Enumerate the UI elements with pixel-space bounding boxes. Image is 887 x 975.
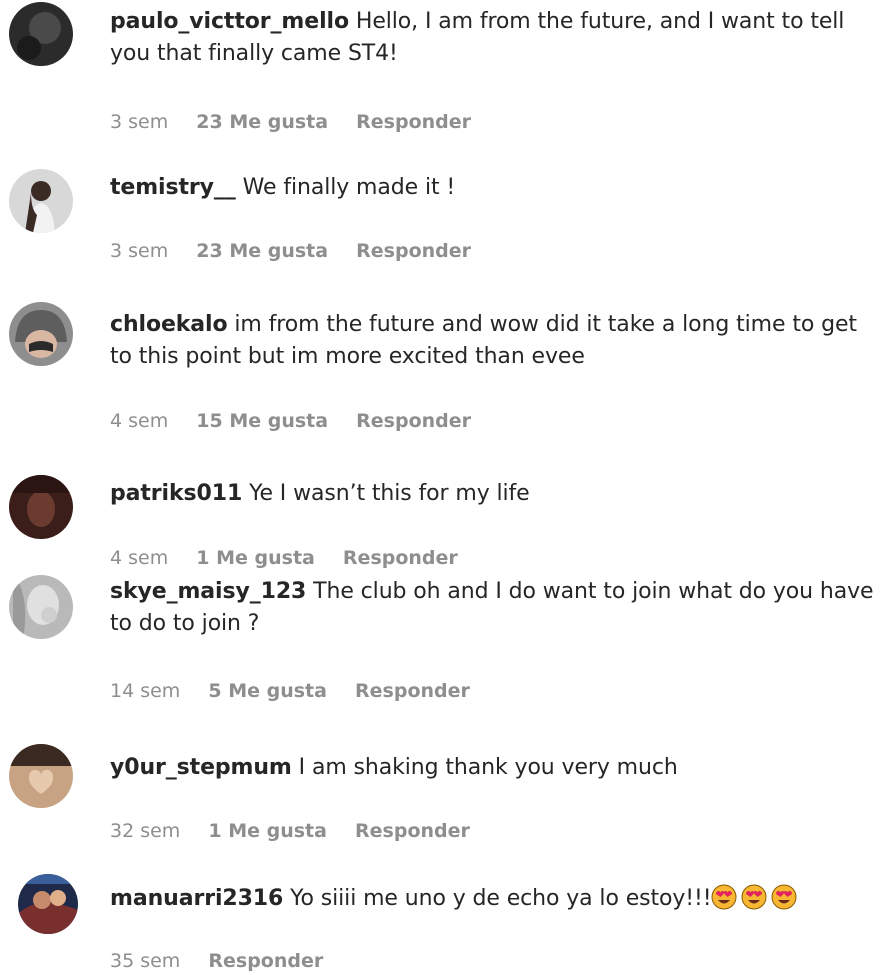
comment-body: We finally made it ! [242, 175, 456, 200]
comment-meta: 32 sem 1 Me gusta Responder [110, 820, 492, 842]
avatar[interactable] [9, 575, 73, 639]
emoji-group [711, 884, 801, 911]
comment-text: chloekalo im from the future and wow did… [110, 309, 880, 373]
comment-time[interactable]: 4 sem [110, 410, 168, 432]
comment-meta: 3 sem 23 Me gusta Responder [110, 111, 493, 133]
comment-text: patriks011 Ye I wasn’t this for my life [110, 478, 880, 510]
comment-time[interactable]: 3 sem [110, 240, 168, 262]
comment-time[interactable]: 4 sem [110, 547, 168, 569]
comment-likes[interactable]: 1 Me gusta [196, 547, 315, 569]
comment-text: paulo_victtor_mello Hello, I am from the… [110, 6, 880, 70]
comment-meta: 35 sem Responder [110, 950, 345, 972]
comment-username[interactable]: temistry__ [110, 175, 236, 200]
comment-likes[interactable]: 23 Me gusta [196, 111, 328, 133]
comment-meta: 3 sem 23 Me gusta Responder [110, 240, 493, 262]
reply-button[interactable]: Responder [343, 547, 458, 569]
heart-eyes-emoji-icon [771, 884, 797, 910]
avatar[interactable] [18, 874, 78, 934]
comment-body: I am shaking thank you very much [298, 755, 678, 780]
heart-eyes-emoji-icon [741, 884, 767, 910]
comment-body: Ye I wasn’t this for my life [249, 481, 530, 506]
comment-username[interactable]: y0ur_stepmum [110, 755, 292, 780]
comment-text: y0ur_stepmum I am shaking thank you very… [110, 752, 880, 784]
comment-meta: 4 sem 15 Me gusta Responder [110, 410, 493, 432]
comment-meta: 14 sem 5 Me gusta Responder [110, 680, 492, 702]
comment-text: manuarri2316 Yo siiii me uno y de echo y… [110, 883, 880, 915]
comment-text: temistry__ We finally made it ! [110, 172, 880, 204]
avatar[interactable] [9, 302, 73, 366]
comment-time[interactable]: 35 sem [110, 950, 180, 972]
avatar[interactable] [9, 2, 73, 66]
comment-time[interactable]: 3 sem [110, 111, 168, 133]
comment-username[interactable]: chloekalo [110, 312, 228, 337]
avatar[interactable] [9, 169, 73, 233]
reply-button[interactable]: Responder [208, 950, 323, 972]
comment-body: Yo siiii me uno y de echo ya lo estoy!!! [290, 886, 712, 911]
reply-button[interactable]: Responder [355, 820, 470, 842]
reply-button[interactable]: Responder [356, 111, 471, 133]
comment-username[interactable]: manuarri2316 [110, 886, 283, 911]
comment-likes[interactable]: 5 Me gusta [208, 680, 327, 702]
comment-likes[interactable]: 15 Me gusta [196, 410, 328, 432]
avatar[interactable] [9, 744, 73, 808]
comment-username[interactable]: skye_maisy_123 [110, 579, 306, 604]
reply-button[interactable]: Responder [355, 680, 470, 702]
reply-button[interactable]: Responder [356, 240, 471, 262]
avatar[interactable] [9, 475, 73, 539]
comment-text: skye_maisy_123 The club oh and I do want… [110, 576, 880, 640]
comment-time[interactable]: 32 sem [110, 820, 180, 842]
heart-eyes-emoji-icon [711, 884, 737, 910]
comment-username[interactable]: paulo_victtor_mello [110, 9, 349, 34]
reply-button[interactable]: Responder [356, 410, 471, 432]
comment-meta: 4 sem 1 Me gusta Responder [110, 547, 480, 569]
comment-likes[interactable]: 23 Me gusta [196, 240, 328, 262]
comment-time[interactable]: 14 sem [110, 680, 180, 702]
comment-likes[interactable]: 1 Me gusta [208, 820, 327, 842]
comment-username[interactable]: patriks011 [110, 481, 242, 506]
